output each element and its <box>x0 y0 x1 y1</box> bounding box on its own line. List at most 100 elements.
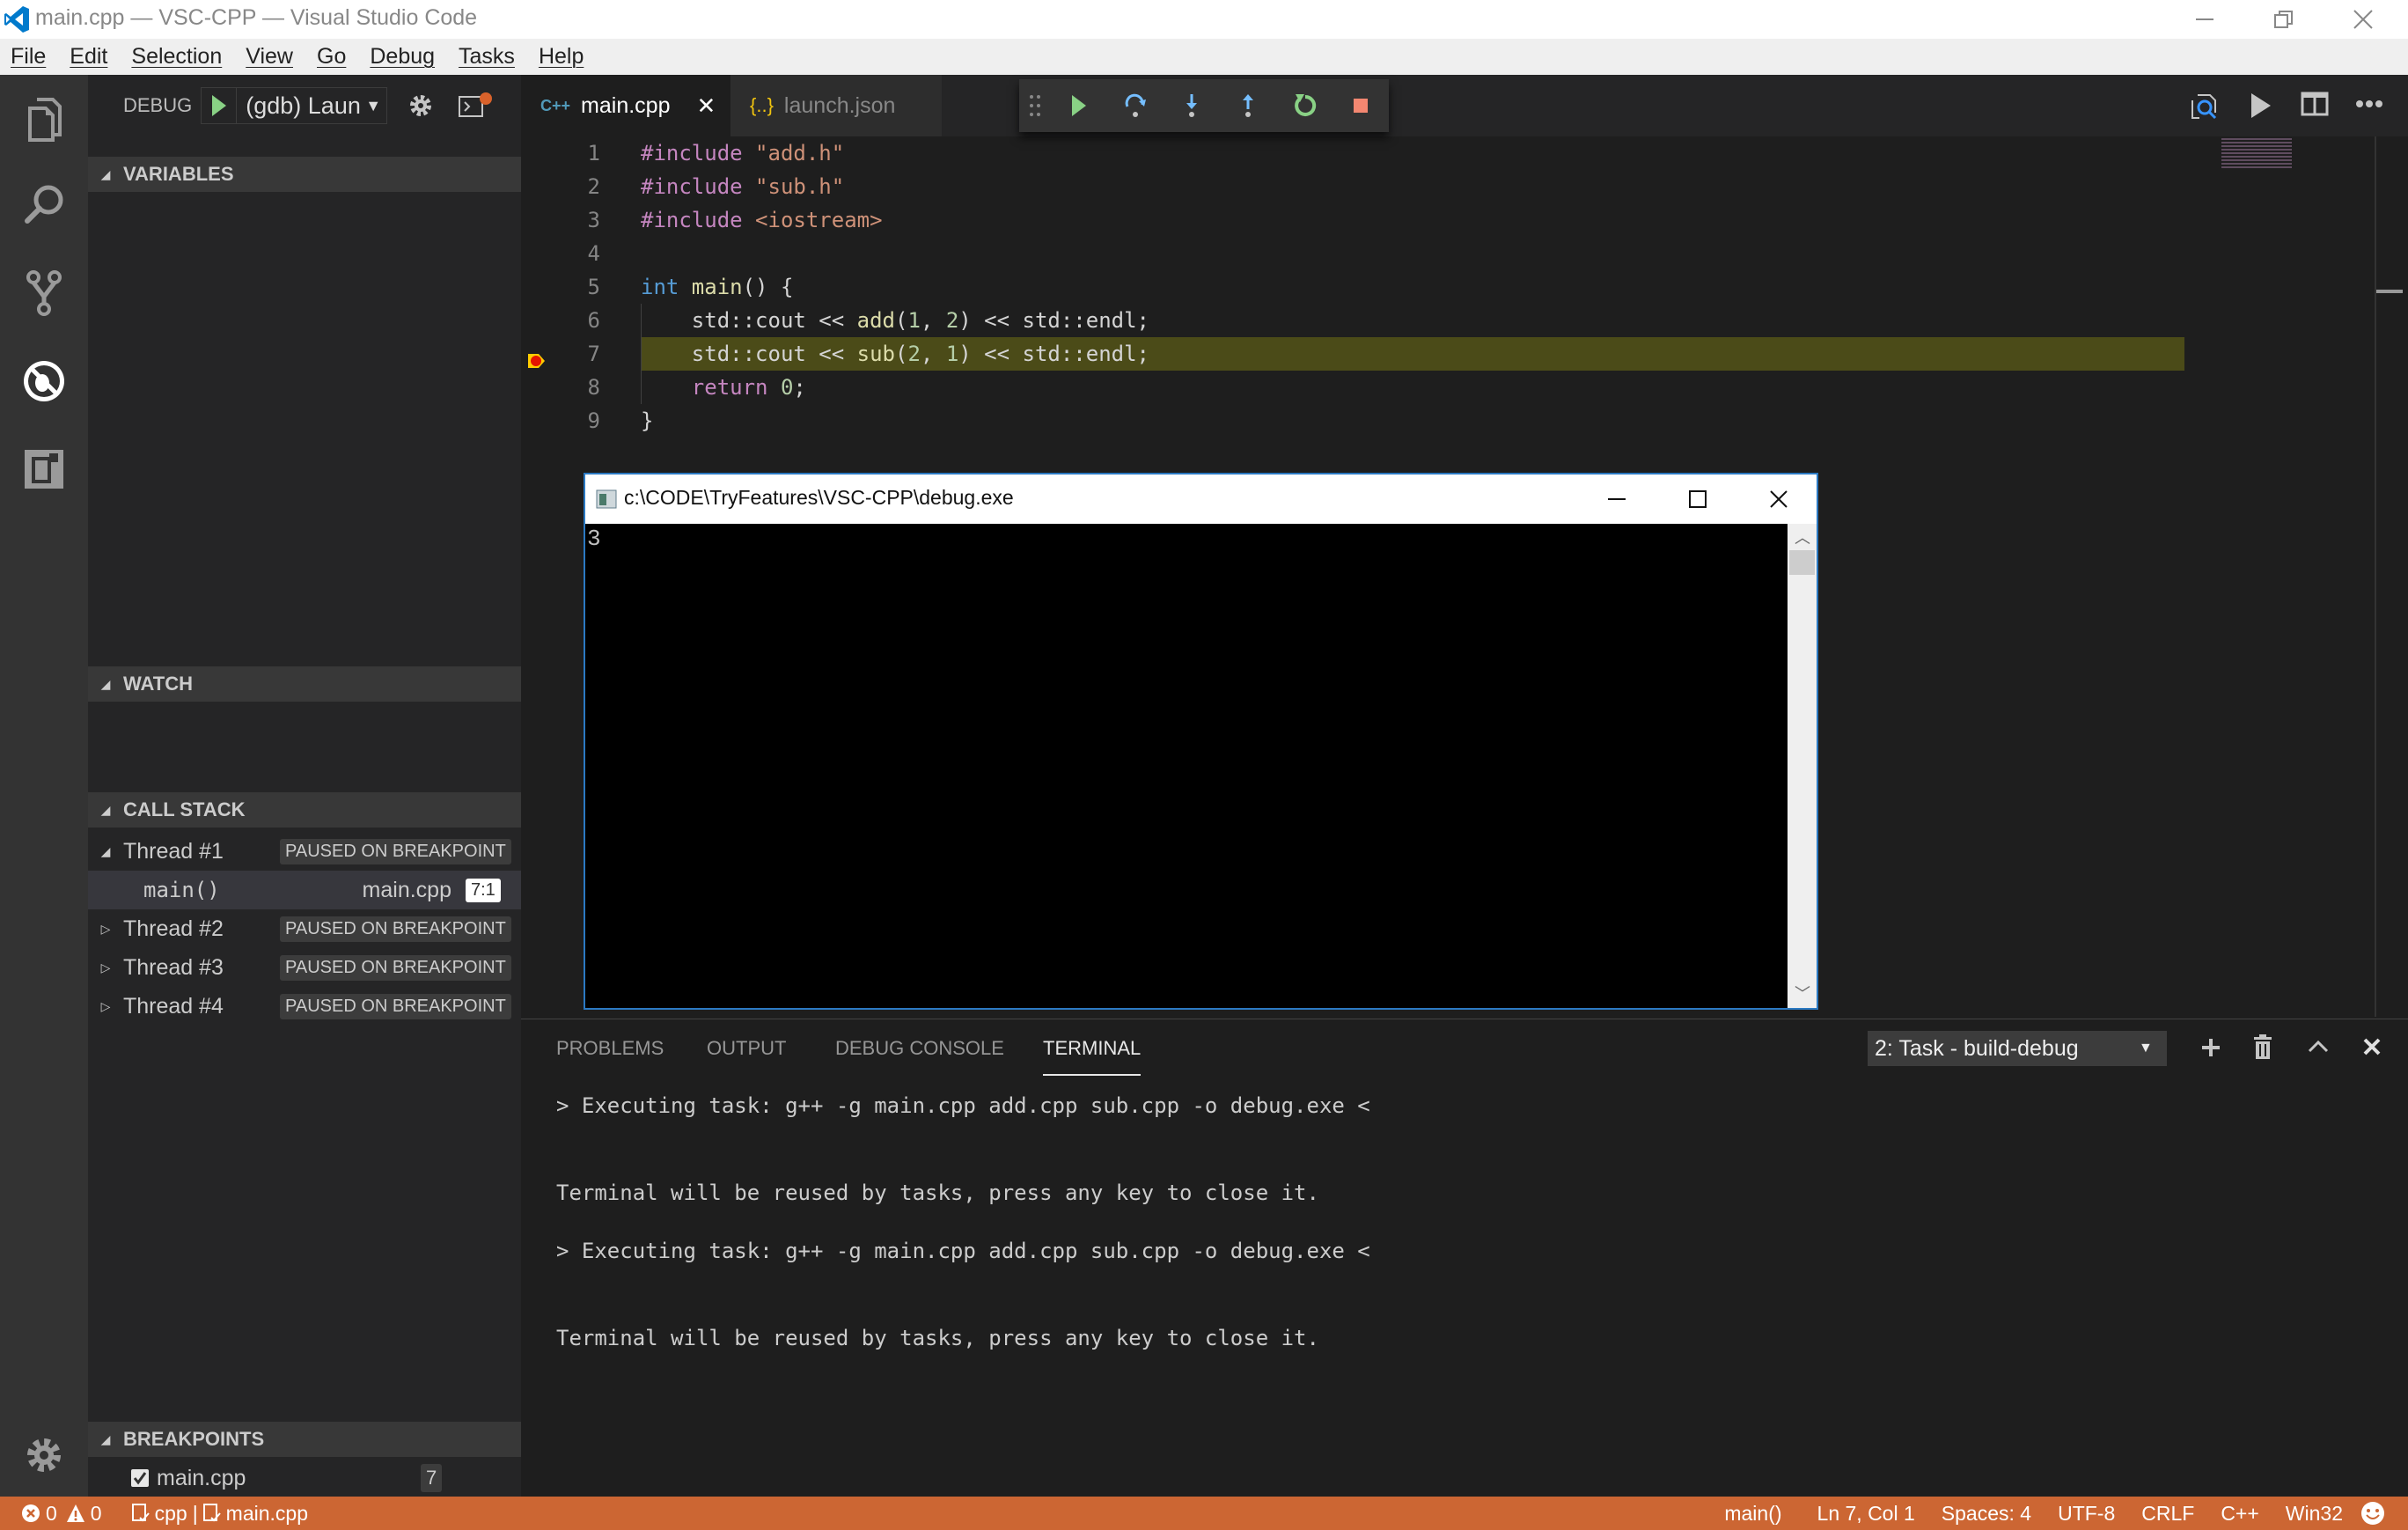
thread-status-badge: PAUSED ON BREAKPOINT <box>280 916 511 942</box>
encoding[interactable]: UTF-8 <box>2058 1502 2115 1526</box>
more-actions-icon[interactable] <box>2355 98 2383 110</box>
close-window-button[interactable] <box>2324 0 2403 39</box>
line-number: 9 <box>587 408 600 433</box>
line-ending[interactable]: CRLF <box>2141 1502 2194 1526</box>
close-icon[interactable] <box>1768 489 1789 510</box>
stop-button[interactable] <box>1332 79 1389 132</box>
code-line[interactable]: 7 std::cout << sub(2, 1) << std::endl; <box>521 337 2184 371</box>
thread-row[interactable]: ◢ Thread #1 PAUSED ON BREAKPOINT <box>88 832 521 871</box>
console-title-bar[interactable]: c:\CODE\TryFeatures\VSC-CPP\debug.exe <box>585 474 1817 524</box>
terminal-line: Terminal will be reused by tasks, press … <box>556 1326 1319 1350</box>
thread-row[interactable]: ▷ Thread #4 PAUSED ON BREAKPOINT <box>88 987 521 1026</box>
checkbox-checked-icon[interactable] <box>130 1468 150 1488</box>
feedback-smiley-icon[interactable] <box>2360 1501 2385 1526</box>
menu-help[interactable]: Help <box>539 44 584 70</box>
tab-terminal[interactable]: TERMINAL <box>1043 1037 1142 1076</box>
thread-row[interactable]: ▷ Thread #3 PAUSED ON BREAKPOINT <box>88 948 521 987</box>
menu-file[interactable]: File <box>11 44 46 70</box>
indentation[interactable]: Spaces: 4 <box>1942 1502 2031 1526</box>
debug-console-icon[interactable] <box>458 92 493 120</box>
step-out-icon <box>1243 94 1253 117</box>
minimap[interactable] <box>2184 136 2369 1017</box>
menu-view[interactable]: View <box>246 44 293 70</box>
chevron-down-icon: ▼ <box>2139 1041 2153 1056</box>
console-scrollbar[interactable]: ︿ ﹀ <box>1788 524 1817 1008</box>
minimize-button[interactable] <box>2165 0 2244 39</box>
code-text: #include "sub.h" <box>641 174 845 199</box>
step-into-button[interactable] <box>1164 79 1220 132</box>
code-line[interactable]: 5 int main() { <box>521 270 2184 304</box>
launch-config-select[interactable]: (gdb) Launch ▼ <box>201 87 388 124</box>
new-terminal-icon[interactable] <box>2200 1037 2221 1058</box>
maximize-panel-icon[interactable] <box>2308 1039 2329 1053</box>
start-debugging-button[interactable] <box>202 88 238 123</box>
tab-output[interactable]: OUTPUT <box>707 1037 786 1076</box>
problems-status[interactable]: 0 0 <box>21 1502 102 1526</box>
line-number: 6 <box>587 308 600 333</box>
variables-section-header[interactable]: ◢ VARIABLES <box>88 157 521 192</box>
scroll-down-icon[interactable]: ﹀ <box>1795 982 1810 1004</box>
close-panel-icon[interactable] <box>2362 1037 2382 1056</box>
platform[interactable]: Win32 <box>2286 1502 2343 1526</box>
continue-icon <box>1072 95 1086 116</box>
gear-icon[interactable] <box>19 1431 69 1480</box>
console-output[interactable]: 3 <box>585 524 1788 1008</box>
source-control-icon[interactable] <box>19 268 69 318</box>
open-changes-icon[interactable] <box>2189 90 2221 121</box>
language-mode[interactable]: C++ <box>2221 1502 2258 1526</box>
title-bar: main.cpp — VSC-CPP — Visual Studio Code <box>0 0 2408 39</box>
trash-icon[interactable] <box>2253 1034 2272 1061</box>
scrollbar-thumb[interactable] <box>1789 550 1815 575</box>
config-status[interactable]: cpp | main.cpp <box>131 1502 308 1526</box>
explorer-icon[interactable] <box>19 94 69 143</box>
restore-button[interactable] <box>2244 0 2324 39</box>
menu-debug[interactable]: Debug <box>370 44 435 70</box>
terminal-select[interactable]: 2: Task - build-debug ▼ <box>1868 1031 2167 1066</box>
code-line[interactable]: 9} <box>521 404 2184 438</box>
close-tab-icon[interactable]: ✕ <box>696 92 716 120</box>
code-line[interactable]: 6 std::cout << add(1, 2) << std::endl; <box>521 304 2184 337</box>
tab-problems[interactable]: PROBLEMS <box>556 1037 664 1076</box>
call-stack-section-header[interactable]: ◢ CALL STACK <box>88 792 521 828</box>
code-line[interactable]: 2 #include "sub.h" <box>521 170 2184 203</box>
search-icon[interactable] <box>19 180 69 230</box>
line-number: 4 <box>587 241 600 266</box>
breakpoints-section-header[interactable]: ◢ BREAKPOINTS <box>88 1422 521 1457</box>
scrollbar-thumb[interactable] <box>2376 290 2403 293</box>
editor-scrollbar[interactable] <box>2375 136 2376 1017</box>
current-function[interactable]: main() <box>1724 1502 1781 1526</box>
stack-frame-row[interactable]: main() main.cpp 7:1 <box>88 871 521 909</box>
step-over-button[interactable] <box>1107 79 1164 132</box>
code-line[interactable]: 1 #include "add.h" <box>521 136 2184 170</box>
collapsed-icon: ▷ <box>100 921 111 936</box>
breakpoint-item[interactable]: main.cpp 7 <box>88 1459 521 1497</box>
split-editor-icon[interactable] <box>2301 92 2329 118</box>
extensions-icon[interactable] <box>19 445 69 494</box>
tab-debug-console[interactable]: DEBUG CONSOLE <box>835 1037 1004 1076</box>
debug-icon[interactable] <box>19 357 69 406</box>
thread-row[interactable]: ▷ Thread #2 PAUSED ON BREAKPOINT <box>88 909 521 948</box>
code-line[interactable]: 4 <box>521 237 2184 270</box>
continue-button[interactable] <box>1051 79 1107 132</box>
restart-button[interactable] <box>1276 79 1332 132</box>
menu-selection[interactable]: Selection <box>131 44 222 70</box>
scroll-up-icon[interactable]: ︿ <box>1795 526 1810 548</box>
code-line[interactable]: 3 #include <iostream> <box>521 203 2184 237</box>
drag-handle[interactable] <box>1019 79 1051 132</box>
run-icon[interactable] <box>2248 92 2274 120</box>
tab-launch-json[interactable]: {..} launch.json <box>730 75 942 136</box>
minimize-icon[interactable] <box>1606 490 1627 508</box>
restart-icon <box>1295 94 1317 116</box>
menu-edit[interactable]: Edit <box>70 44 107 70</box>
console-window[interactable]: c:\CODE\TryFeatures\VSC-CPP\debug.exe 3 … <box>584 473 1818 1010</box>
code-line[interactable]: 8 return 0; <box>521 371 2184 404</box>
gear-icon[interactable] <box>407 92 435 120</box>
menu-tasks[interactable]: Tasks <box>459 44 515 70</box>
watch-section-header[interactable]: ◢ WATCH <box>88 666 521 702</box>
menu-go[interactable]: Go <box>317 44 346 70</box>
expanded-icon: ◢ <box>100 843 111 858</box>
cursor-position[interactable]: Ln 7, Col 1 <box>1817 1502 1915 1526</box>
maximize-icon[interactable] <box>1687 489 1708 510</box>
tab-main-cpp[interactable]: C++ main.cpp ✕ <box>521 75 730 136</box>
step-out-button[interactable] <box>1220 79 1276 132</box>
